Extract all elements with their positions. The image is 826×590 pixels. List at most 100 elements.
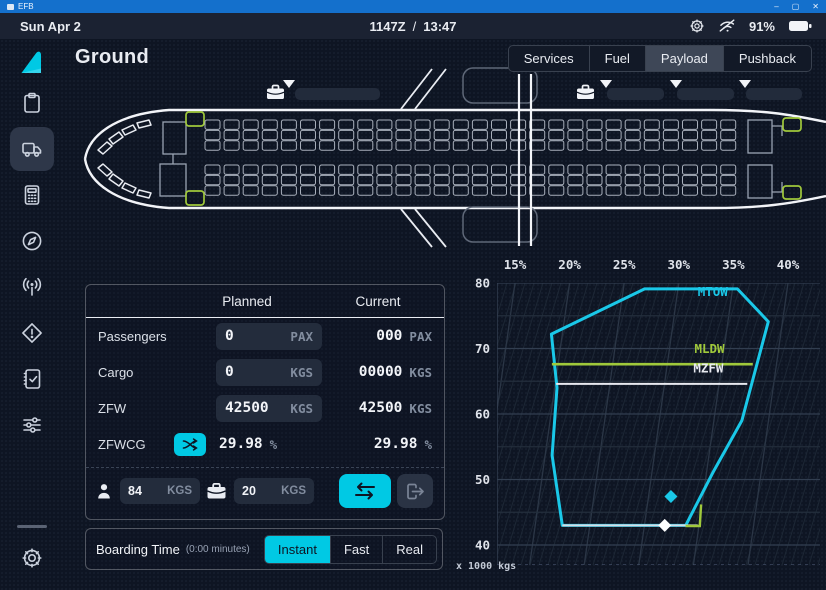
- battery-percentage: 91%: [749, 19, 775, 34]
- tab-fuel[interactable]: Fuel: [589, 46, 645, 71]
- compass-icon: [20, 229, 44, 253]
- close-button[interactable]: ✕: [812, 0, 819, 13]
- cockpit-windows: [98, 120, 151, 198]
- station-fill-bar[interactable]: [746, 88, 802, 100]
- clipboard-icon: [20, 91, 44, 115]
- sidebar-item-ground[interactable]: [10, 127, 54, 171]
- table-row-zfw: ZFW 42500 KGS 42500 KGS: [86, 390, 444, 426]
- column-planned: Planned: [182, 294, 312, 309]
- calculator-icon: [20, 183, 44, 207]
- ground-tabs: Services Fuel Payload Pushback: [508, 45, 812, 72]
- station-handle-icon[interactable]: [739, 80, 751, 88]
- export-icon: [406, 483, 425, 500]
- passengers-current: 000 PAX: [334, 328, 444, 344]
- sidebar-item-performance[interactable]: [10, 173, 54, 217]
- svg-text:30%: 30%: [668, 257, 691, 272]
- station-aft-group: [577, 80, 802, 100]
- wing-leading-edges: [401, 69, 446, 247]
- sidebar-item-navigation[interactable]: [10, 219, 54, 263]
- passengers-input[interactable]: 0 PAX: [216, 323, 322, 350]
- station-fill-bar[interactable]: [677, 88, 734, 100]
- swap-arrows-icon: [352, 482, 378, 500]
- station-fill-bar[interactable]: [295, 88, 380, 100]
- svg-text:40%: 40%: [777, 257, 800, 272]
- station-handle-icon[interactable]: [283, 80, 295, 88]
- sidebar-item-checklists[interactable]: [10, 357, 54, 401]
- aft-galley: [748, 120, 782, 198]
- station-handle-icon[interactable]: [600, 80, 612, 88]
- maximize-button[interactable]: ▢: [792, 0, 800, 13]
- svg-text:70: 70: [475, 341, 490, 356]
- payload-table-header: Planned Current: [86, 285, 444, 318]
- sidebar-divider: [17, 525, 47, 528]
- cargo-input[interactable]: 0 KGS: [216, 359, 322, 386]
- window-titlebar: EFB – ▢ ✕: [0, 0, 826, 13]
- briefcase-icon: [207, 483, 226, 499]
- cg-toggle-button[interactable]: [174, 433, 206, 456]
- seat-grid: [205, 120, 736, 195]
- sidebar-item-presets[interactable]: [10, 403, 54, 447]
- table-row-zfwcg: ZFWCG 29.98 % 29.98 %: [86, 426, 444, 462]
- tab-services[interactable]: Services: [509, 46, 589, 71]
- cg-envelope-svg: 15%20%25%30%35%40%8070605040x 1000 kgsMT…: [455, 250, 826, 572]
- gear-icon: [20, 546, 44, 570]
- app-icon: [7, 4, 14, 10]
- pax-weight-input[interactable]: 84 KGS: [120, 478, 200, 504]
- sidebar-item-failures[interactable]: [10, 311, 54, 355]
- boarding-time-label: Boarding Time: [96, 542, 180, 557]
- boarding-option-real[interactable]: Real: [382, 536, 436, 563]
- boarding-speed-group: Instant Fast Real: [264, 535, 437, 564]
- quick-settings-gear-icon[interactable]: [689, 18, 705, 34]
- antenna-icon: [20, 275, 44, 299]
- svg-text:x 1000 kgs: x 1000 kgs: [456, 561, 516, 572]
- sidebar-item-settings[interactable]: [10, 536, 54, 580]
- station-fill-bar[interactable]: [607, 88, 664, 100]
- svg-text:MTOW: MTOW: [698, 284, 729, 299]
- page-title: Ground: [75, 46, 149, 69]
- svg-text:MLDW: MLDW: [694, 341, 725, 356]
- boarding-time-sublabel: (0:00 minutes): [186, 544, 250, 555]
- forward-exit-seats: [186, 112, 204, 205]
- svg-text:35%: 35%: [722, 257, 745, 272]
- payload-footer: 84 KGS 20 KGS: [86, 468, 444, 514]
- payload-card: Planned Current Passengers 0 PAX 000 PAX…: [85, 284, 445, 520]
- wifi-off-icon: [718, 18, 736, 34]
- forward-galley: [160, 122, 186, 196]
- fuselage-outline: [85, 110, 826, 208]
- status-bar: Sun Apr 2 1147Z/13:47 91%: [0, 13, 826, 39]
- bag-weight-input[interactable]: 20 KGS: [234, 478, 314, 504]
- shuffle-icon: [182, 438, 199, 451]
- tab-payload[interactable]: Payload: [645, 46, 723, 71]
- table-row-cargo: Cargo 0 KGS 00000 KGS: [86, 354, 444, 390]
- svg-text:60: 60: [475, 407, 490, 422]
- sidebar-item-atc[interactable]: [10, 265, 54, 309]
- briefcase-icon: [577, 86, 594, 100]
- window-title: EFB: [18, 2, 34, 11]
- cg-envelope-chart: 15%20%25%30%35%40%8070605040x 1000 kgsMT…: [455, 250, 826, 572]
- truck-icon: [20, 137, 44, 161]
- sidebar-item-dashboard[interactable]: [10, 81, 54, 125]
- tab-pushback[interactable]: Pushback: [723, 46, 811, 71]
- boarding-option-fast[interactable]: Fast: [330, 536, 382, 563]
- zfw-current: 42500 KGS: [334, 400, 444, 416]
- svg-text:50: 50: [475, 472, 490, 487]
- svg-text:40: 40: [475, 538, 490, 553]
- sidebar-nav: [0, 39, 64, 590]
- checklist-icon: [20, 367, 44, 391]
- svg-text:MZFW: MZFW: [693, 361, 724, 376]
- aft-exit-seats: [783, 118, 801, 199]
- station-handle-icon[interactable]: [670, 80, 682, 88]
- svg-text:15%: 15%: [504, 257, 527, 272]
- warning-diamond-icon: [20, 321, 44, 345]
- zfw-input[interactable]: 42500 KGS: [216, 395, 322, 422]
- minimize-button[interactable]: –: [774, 0, 778, 13]
- svg-text:25%: 25%: [613, 257, 636, 272]
- column-current: Current: [312, 294, 444, 309]
- battery-icon: [788, 19, 812, 33]
- send-to-sim-button[interactable]: [397, 474, 433, 508]
- efb-screen: EFB – ▢ ✕ Sun Apr 2 1147Z/13:47 91%: [0, 0, 826, 590]
- load-transfer-button[interactable]: [339, 474, 391, 508]
- boarding-option-instant[interactable]: Instant: [265, 536, 330, 563]
- aircraft-seat-map: [64, 62, 826, 248]
- svg-text:20%: 20%: [558, 257, 581, 272]
